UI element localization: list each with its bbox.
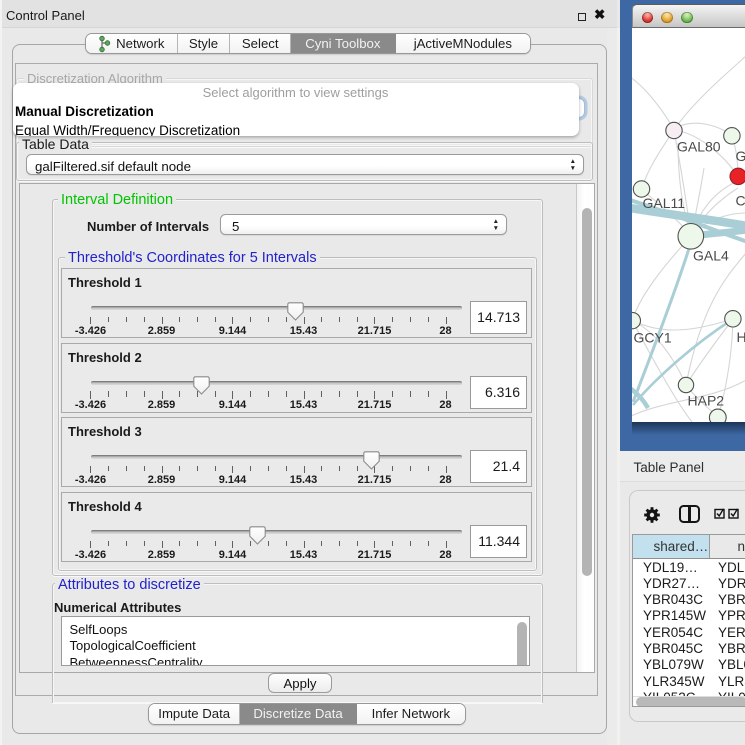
svg-text:GAL4: GAL4 <box>693 248 729 264</box>
svg-text:GAL11: GAL11 <box>642 195 685 211</box>
svg-text:HAP2: HAP2 <box>687 393 724 409</box>
svg-text:GAL80: GAL80 <box>677 139 721 155</box>
svg-text:GA: GA <box>735 148 745 164</box>
svg-text:C: C <box>735 193 745 209</box>
svg-text:H: H <box>736 329 745 345</box>
svg-text:GCY1: GCY1 <box>633 330 671 346</box>
